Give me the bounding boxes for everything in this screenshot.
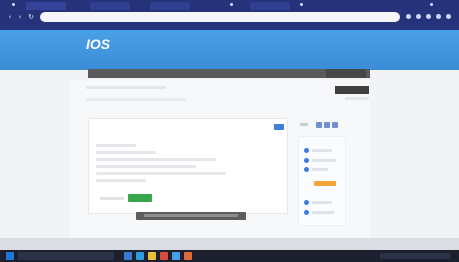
- radio-icon[interactable]: [304, 167, 309, 172]
- folder-icon[interactable]: [148, 252, 156, 260]
- browser-tab[interactable]: [26, 2, 66, 10]
- answer-option[interactable]: [96, 144, 136, 147]
- breadcrumb: [86, 86, 166, 89]
- next-question-button[interactable]: [128, 194, 152, 202]
- tab-favicon-icon: [430, 3, 433, 6]
- extension-icon[interactable]: [426, 14, 431, 19]
- forward-icon[interactable]: ›: [16, 13, 24, 21]
- browser-tab[interactable]: [250, 2, 290, 10]
- app-icon[interactable]: [136, 252, 144, 260]
- reload-icon[interactable]: ↻: [27, 13, 35, 21]
- radio-icon[interactable]: [304, 210, 309, 215]
- side-nav-button[interactable]: [332, 122, 338, 128]
- extension-icon[interactable]: [406, 14, 411, 19]
- downloads-bar: [0, 238, 459, 250]
- extension-icon[interactable]: [416, 14, 421, 19]
- browser-tab[interactable]: [150, 2, 190, 10]
- extension-icon[interactable]: [436, 14, 441, 19]
- menu-item-account[interactable]: [326, 69, 366, 78]
- radio-icon[interactable]: [304, 148, 309, 153]
- menu-item-exams[interactable]: [132, 69, 164, 78]
- radio-label: [312, 149, 332, 152]
- side-panel-title: [300, 123, 308, 126]
- app-icon[interactable]: [160, 252, 168, 260]
- answer-option[interactable]: [96, 158, 216, 161]
- side-nav-button[interactable]: [316, 122, 322, 128]
- menu-item-home[interactable]: [98, 69, 128, 78]
- radio-icon[interactable]: [304, 158, 309, 163]
- question-badge[interactable]: [274, 124, 284, 130]
- system-tray[interactable]: [380, 253, 450, 259]
- tab-favicon-icon: [230, 3, 233, 6]
- browser-tab[interactable]: [90, 2, 130, 10]
- radio-label: [312, 168, 328, 171]
- back-icon[interactable]: ‹: [6, 13, 14, 21]
- review-label: [100, 197, 124, 200]
- action-bar[interactable]: [136, 212, 246, 220]
- app-icon[interactable]: [124, 252, 132, 260]
- app-icon[interactable]: [184, 252, 192, 260]
- page-subtitle: [86, 98, 186, 101]
- radio-label: [312, 201, 332, 204]
- action-bar-label: [144, 214, 238, 217]
- tab-favicon-icon: [300, 3, 303, 6]
- browser-menu-icon[interactable]: [446, 14, 451, 19]
- answer-option[interactable]: [96, 165, 196, 168]
- answer-option[interactable]: [96, 179, 146, 182]
- answer-option[interactable]: [96, 172, 226, 175]
- answer-option[interactable]: [96, 151, 156, 154]
- tab-favicon-icon: [12, 3, 15, 6]
- main-menu: [88, 69, 370, 78]
- browser-icon[interactable]: [172, 252, 180, 260]
- site-header: IOS: [0, 30, 459, 70]
- submit-note: [345, 97, 369, 100]
- submit-button[interactable]: [335, 86, 369, 94]
- start-icon[interactable]: [6, 252, 14, 260]
- os-taskbar: [0, 250, 459, 262]
- address-bar[interactable]: [40, 12, 400, 22]
- radio-icon[interactable]: [304, 200, 309, 205]
- radio-label: [312, 159, 336, 162]
- browser-window-chrome: ‹ › ↻: [0, 0, 459, 30]
- radio-label: [312, 211, 334, 214]
- menu-item-cart[interactable]: [288, 69, 316, 78]
- answer-options: [96, 144, 256, 186]
- site-logo[interactable]: IOS: [86, 36, 110, 52]
- side-nav-button[interactable]: [324, 122, 330, 128]
- highlight-button[interactable]: [314, 181, 336, 186]
- taskbar-search-icon[interactable]: [18, 252, 114, 260]
